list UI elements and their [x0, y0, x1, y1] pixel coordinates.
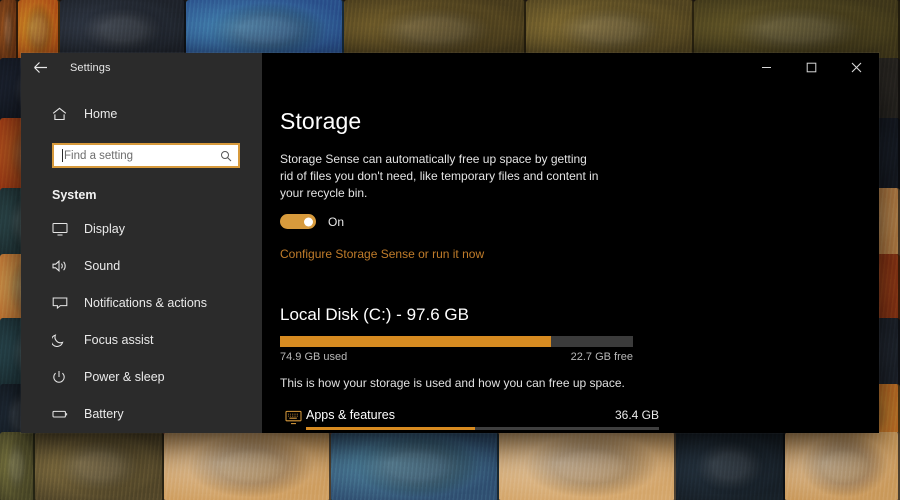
disk-used-label: 74.9 GB used: [280, 351, 348, 363]
storage-category-head: Apps & features 36.4 GB: [306, 408, 659, 422]
storage-category-bar-fill: [306, 427, 476, 430]
sidebar-item-label-notifications-sound: Sound: [84, 258, 121, 273]
wallpaper-brick: [785, 432, 900, 500]
titlebar-left: Settings: [21, 53, 262, 82]
battery-icon: [52, 407, 74, 421]
wallpaper-brick: [498, 432, 676, 500]
sidebar-item-label-display: Display: [84, 221, 125, 236]
storage-category-body: Apps & features 36.4 GB Uninstall unused…: [306, 408, 659, 433]
sidebar-item-label-battery: Battery: [84, 406, 124, 421]
disk-free-label: 22.7 GB free: [570, 351, 633, 363]
minimize-button[interactable]: [744, 53, 789, 82]
storage-sense-toggle-row: On: [280, 214, 879, 229]
window-titlebar: Settings: [21, 53, 879, 82]
moon-icon: [52, 333, 74, 347]
power-icon: [52, 370, 74, 384]
toggle-knob: [304, 217, 313, 226]
sidebar-item-battery[interactable]: Battery: [21, 395, 262, 432]
sidebar-section-title: System: [52, 188, 97, 202]
storage-category-list: Apps & features 36.4 GB Uninstall unused…: [280, 408, 879, 433]
home-icon: [52, 107, 74, 121]
sidebar-item-display[interactable]: Display: [21, 210, 262, 247]
storage-sense-toggle[interactable]: [280, 214, 316, 229]
sidebar-item-label-notifications: Notifications & actions: [84, 295, 207, 310]
settings-window: Settings Home Find a setting System Disp…: [21, 53, 879, 433]
maximize-button[interactable]: [789, 53, 834, 82]
monitor-icon: [52, 222, 74, 236]
close-button[interactable]: [834, 53, 879, 82]
wallpaper-brick: [0, 432, 36, 500]
sidebar-item-power-sleep[interactable]: Power & sleep: [21, 358, 262, 395]
notification-icon: [52, 296, 74, 310]
toggle-state-label: On: [328, 214, 345, 229]
sidebar-item-sound[interactable]: Sound: [21, 247, 262, 284]
apps-monitor-icon: [280, 408, 306, 425]
storage-note: This is how your storage is used and how…: [280, 376, 625, 390]
app-title: Settings: [70, 61, 111, 74]
wallpaper-brick: [675, 432, 786, 500]
search-box[interactable]: [52, 143, 240, 168]
storage-category-bar: [306, 427, 659, 430]
storage-category-name: Apps & features: [306, 408, 395, 422]
wallpaper-brick: [163, 432, 332, 500]
sidebar-item-label-focus-assist: Focus assist: [84, 332, 154, 347]
sidebar-item-label-home: Home: [84, 106, 118, 121]
settings-sidebar: Home System: [21, 82, 262, 433]
desktop-wallpaper: Settings Home Find a setting System Disp…: [0, 0, 900, 500]
disk-usage-bar: [280, 336, 633, 347]
local-disk-title: Local Disk (C:) - 97.6 GB: [280, 305, 469, 324]
page-title: Storage: [280, 108, 362, 134]
disk-usage-fill: [280, 336, 551, 347]
wallpaper-row: [0, 432, 900, 500]
wallpaper-brick: [331, 432, 499, 500]
sidebar-item-notifications-actions[interactable]: Notifications & actions: [21, 284, 262, 321]
wallpaper-brick: [0, 0, 18, 62]
search-input[interactable]: [64, 149, 220, 162]
text-caret: [62, 149, 63, 162]
storage-category-row[interactable]: Apps & features 36.4 GB Uninstall unused…: [280, 408, 879, 433]
storage-category-size: 36.4 GB: [614, 408, 659, 422]
wallpaper-brick: [35, 432, 164, 500]
storage-sense-description: Storage Sense can automatically free up …: [280, 152, 599, 200]
titlebar-right: [262, 53, 879, 82]
window-body: Home System: [21, 82, 879, 433]
disk-usage-legend: 74.9 GB used 22.7 GB free: [280, 351, 633, 363]
back-arrow-icon[interactable]: [21, 53, 59, 82]
speaker-icon: [52, 259, 74, 273]
configure-storage-sense-link[interactable]: Configure Storage Sense or run it now: [280, 247, 484, 261]
sidebar-item-focus-assist[interactable]: Focus assist: [21, 321, 262, 358]
main-content: Storage Storage Sense can automatically …: [262, 82, 879, 433]
sidebar-item-home[interactable]: Home: [21, 95, 262, 132]
search-icon[interactable]: [220, 150, 232, 162]
sidebar-item-label-power-sleep: Power & sleep: [84, 369, 165, 384]
